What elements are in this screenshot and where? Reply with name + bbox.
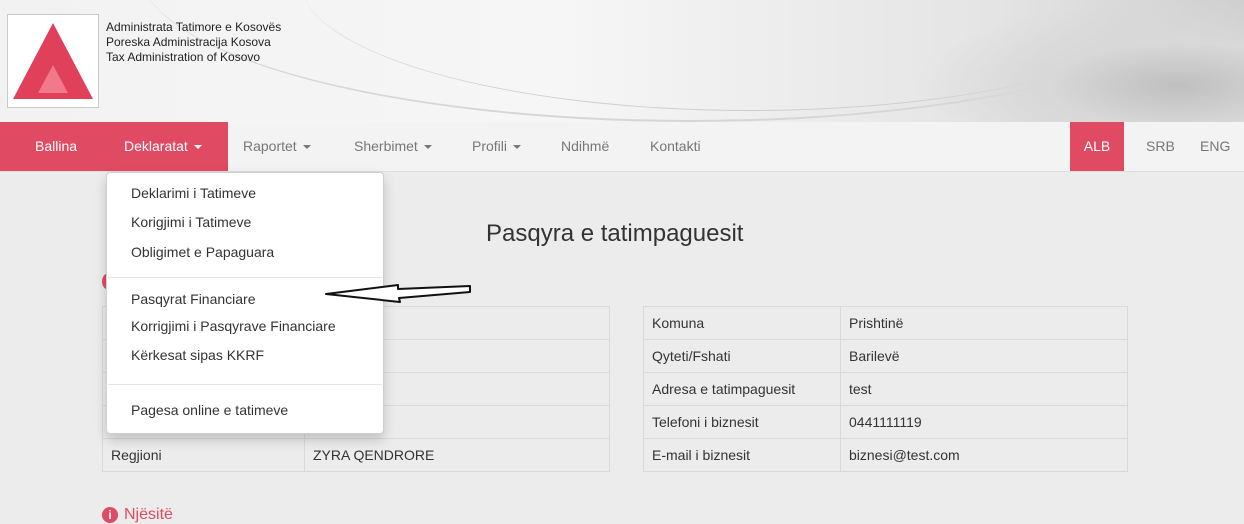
menu-item-korigjimi[interactable]: Korigjimi i Tatimeve xyxy=(131,214,251,230)
nav-profili[interactable]: Profili xyxy=(472,122,522,171)
lang-alb[interactable]: ALB xyxy=(1070,122,1124,171)
table-value: biznesi@test.com xyxy=(840,438,1128,472)
logo-triangle-inner-icon xyxy=(38,65,68,93)
table-row: Regjioni ZYRA QENDRORE xyxy=(102,438,610,472)
nav-deklaratat-label: Deklaratat xyxy=(124,138,188,154)
agency-name-srb: Poreska Administracija Kosova xyxy=(106,35,271,49)
menu-item-korrigjimi-pasqyrave[interactable]: Korrigjimi i Pasqyrave Financiare xyxy=(131,318,336,334)
arrow-annotation-icon xyxy=(325,284,471,303)
nav-sherbimet[interactable]: Sherbimet xyxy=(354,122,432,171)
chevron-down-icon xyxy=(423,145,432,150)
nav-ballina[interactable]: Ballina xyxy=(0,122,112,171)
section-heading-label: Njësitë xyxy=(124,506,173,523)
nav-ballina-label: Ballina xyxy=(34,138,78,154)
lang-eng[interactable]: ENG xyxy=(1200,122,1230,171)
lang-alb-label: ALB xyxy=(1083,138,1111,154)
nav-kontakti-label: Kontakti xyxy=(650,138,701,154)
table-value: Prishtinë xyxy=(840,306,1128,340)
agency-name-eng: Tax Administration of Kosovo xyxy=(106,50,261,64)
agency-name-alb: Administrata Tatimore e Kosovës xyxy=(106,20,282,34)
menu-divider xyxy=(108,384,382,385)
nav-ndihme[interactable]: Ndihmë xyxy=(561,122,609,171)
nav-profili-label: Profili xyxy=(472,138,508,154)
section-heading-njesite: i Njësitë xyxy=(102,506,173,524)
page-title: Pasqyra e tatimpaguesit xyxy=(486,220,744,247)
nav-kontakti[interactable]: Kontakti xyxy=(650,122,701,171)
table-row: E-mail i biznesit biznesi@test.com xyxy=(643,438,1128,472)
table-key: Qyteti/Fshati xyxy=(643,339,841,373)
menu-item-pagesa-online[interactable]: Pagesa online e tatimeve xyxy=(131,402,288,418)
chevron-down-icon xyxy=(193,145,202,150)
table-row: Qyteti/Fshati Barilevë xyxy=(643,339,1128,373)
chevron-down-icon xyxy=(513,145,522,150)
banner-image xyxy=(914,0,1244,122)
table-value: 0441111119 xyxy=(840,405,1128,439)
nav-deklaratat[interactable]: Deklaratat xyxy=(112,122,228,171)
nav-sherbimet-label: Sherbimet xyxy=(354,138,418,154)
table-key: E-mail i biznesit xyxy=(643,438,841,472)
table-row: Adresa e tatimpaguesit test xyxy=(643,372,1128,406)
table-value: test xyxy=(840,372,1128,406)
menu-item-deklarimi[interactable]: Deklarimi i Tatimeve xyxy=(131,185,256,201)
lang-eng-label: ENG xyxy=(1200,138,1231,154)
menu-item-obligimet[interactable]: Obligimet e Papaguara xyxy=(131,244,274,260)
info-icon: i xyxy=(102,506,118,523)
table-row: Telefoni i biznesit 0441111119 xyxy=(643,405,1128,439)
nav-raportet-label: Raportet xyxy=(243,138,297,154)
nav-ndihme-label: Ndihmë xyxy=(561,138,610,154)
agency-name: Administrata Tatimore e Kosovës Poreska … xyxy=(106,20,281,65)
lang-srb-label: SRB xyxy=(1146,138,1175,154)
table-key: Komuna xyxy=(643,306,841,340)
menu-item-pasqyrat[interactable]: Pasqyrat Financiare xyxy=(131,291,256,307)
main-navbar: Ballina Deklaratat Raportet Sherbimet Pr… xyxy=(0,122,1244,172)
taxpayer-table-right: Komuna Prishtinë Qyteti/Fshati Barilevë Ad… xyxy=(643,306,1128,472)
menu-item-kerkesat[interactable]: Kërkesat sipas KKRF xyxy=(131,347,264,363)
header-banner: Administrata Tatimore e Kosovës Poreska … xyxy=(0,0,1244,122)
chevron-down-icon xyxy=(302,145,311,150)
table-key: Regjioni xyxy=(102,438,305,472)
table-key: Telefoni i biznesit xyxy=(643,405,841,439)
logo[interactable] xyxy=(7,14,99,108)
lang-srb[interactable]: SRB xyxy=(1146,122,1175,171)
table-row: Komuna Prishtinë xyxy=(643,306,1128,340)
nav-raportet[interactable]: Raportet xyxy=(243,122,311,171)
table-value: ZYRA QENDRORE xyxy=(304,438,610,472)
table-value: Barilevë xyxy=(840,339,1128,373)
table-key: Adresa e tatimpaguesit xyxy=(643,372,841,406)
